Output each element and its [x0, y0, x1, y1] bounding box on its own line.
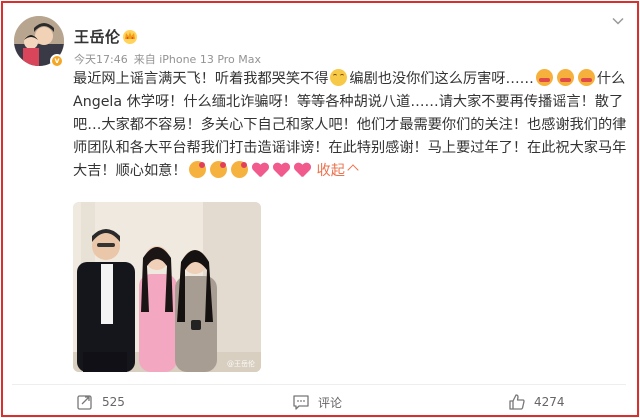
post-meta: 今天17:46 来自 iPhone 13 Pro Max [74, 51, 261, 67]
like-count: 4274 [534, 395, 565, 409]
heart-emoji-icon [294, 161, 311, 178]
crown-icon [123, 30, 137, 44]
post-text-part-1: 最近网上谣言满天飞！听着我都哭笑不得 [73, 71, 329, 87]
chevron-up-icon [347, 164, 359, 176]
thumbs-up-icon [509, 394, 525, 410]
comment-button[interactable]: 评论 [292, 392, 342, 412]
kiss-face-emoji-icon [209, 161, 227, 178]
laugh-cry-emoji-icon [330, 69, 348, 86]
repost-button[interactable]: 525 [76, 392, 125, 412]
post-text-part-2: 编剧也没你们这么厉害呀…… [349, 71, 534, 87]
comment-label: 评论 [318, 395, 343, 410]
like-button[interactable]: 4274 [508, 392, 565, 412]
heart-emoji-icon [273, 161, 290, 178]
kiss-face-emoji-icon [230, 161, 248, 178]
heart-emoji-icon [252, 161, 269, 178]
chevron-down-icon[interactable] [611, 14, 625, 28]
kiss-face-emoji-icon [188, 161, 206, 178]
repost-icon [77, 395, 92, 410]
image-watermark: @王岳伦 [227, 360, 255, 368]
collapse-link[interactable]: 收起 [316, 163, 359, 179]
post-text: 最近网上谣言满天飞！听着我都哭笑不得 编剧也没你们这么厉害呀…… 什么Angela … [73, 68, 631, 183]
footer-divider [12, 384, 626, 385]
repost-count: 525 [102, 395, 125, 409]
cake-face-emoji-icon [577, 69, 595, 86]
post-source: 来自 iPhone 13 Pro Max [133, 53, 262, 66]
username[interactable]: 王岳伦 [74, 26, 121, 47]
post-image[interactable]: @王岳伦 [73, 202, 261, 372]
cake-face-emoji-icon [535, 69, 553, 86]
collapse-label: 收起 [316, 163, 345, 179]
post-time[interactable]: 今天17:46 [74, 53, 128, 66]
cake-face-emoji-icon [556, 69, 574, 86]
comment-icon [293, 395, 309, 410]
verified-badge-icon: v [50, 54, 64, 68]
